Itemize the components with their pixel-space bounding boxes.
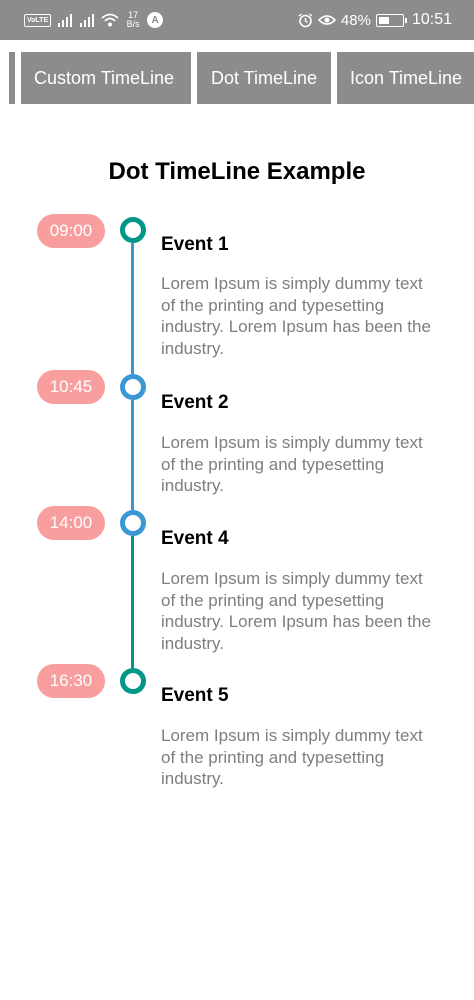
- timeline-dot-icon: [120, 668, 146, 694]
- event-time-badge: 14:00: [37, 506, 105, 540]
- timeline-line-segment: [131, 536, 134, 668]
- timeline-line-segment: [131, 243, 134, 374]
- event-title: Event 4: [161, 528, 229, 549]
- dot-timeline: 09:00 Event 1 Lorem Ipsum is simply dumm…: [0, 0, 474, 1000]
- event-description: Lorem Ipsum is simply dummy text of the …: [161, 274, 431, 358]
- event-title: Event 1: [161, 234, 229, 255]
- event-description: Lorem Ipsum is simply dummy text of the …: [161, 569, 431, 653]
- event-description: Lorem Ipsum is simply dummy text of the …: [161, 726, 423, 788]
- event-title: Event 2: [161, 392, 229, 413]
- event-time-badge: 10:45: [37, 370, 105, 404]
- timeline-line-segment: [131, 400, 134, 510]
- event-description: Lorem Ipsum is simply dummy text of the …: [161, 433, 423, 495]
- event-title: Event 5: [161, 685, 229, 706]
- timeline-dot-icon: [120, 374, 146, 400]
- event-time-badge: 16:30: [37, 664, 105, 698]
- timeline-dot-icon: [120, 510, 146, 536]
- timeline-dot-icon: [120, 217, 146, 243]
- event-time-badge: 09:00: [37, 214, 105, 248]
